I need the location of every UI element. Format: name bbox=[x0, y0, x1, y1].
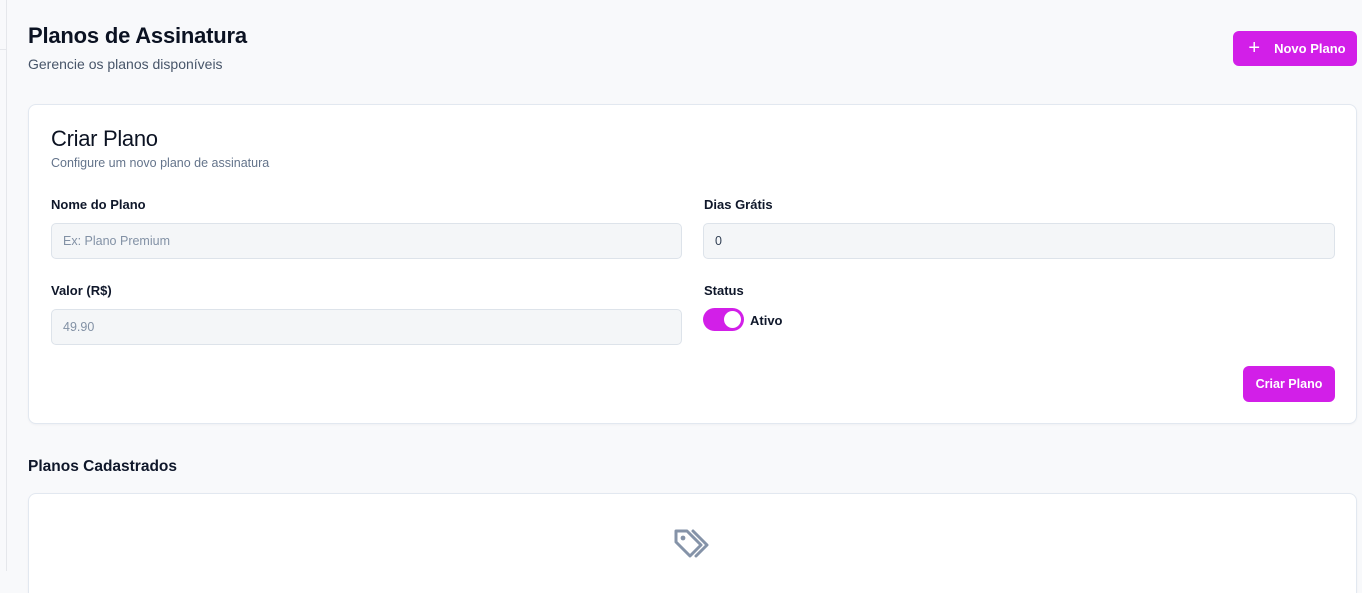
sidebar-divider bbox=[0, 49, 7, 50]
sidebar-edge bbox=[0, 0, 7, 571]
page-title: Planos de Assinatura bbox=[28, 23, 247, 48]
plan-name-label: Nome do Plano bbox=[51, 197, 146, 212]
plans-list-card bbox=[28, 493, 1357, 593]
tags-icon bbox=[674, 529, 709, 558]
new-plan-button[interactable]: + Novo Plano bbox=[1233, 31, 1357, 66]
create-plan-button[interactable]: Criar Plano bbox=[1243, 366, 1335, 402]
plan-name-input[interactable] bbox=[51, 223, 682, 259]
page-subtitle: Gerencie os planos disponíveis bbox=[28, 56, 223, 72]
toggle-knob bbox=[724, 311, 741, 328]
status-label: Status bbox=[704, 283, 744, 298]
create-plan-card: Criar Plano Configure um novo plano de a… bbox=[28, 104, 1357, 424]
new-plan-button-label: Novo Plano bbox=[1274, 41, 1346, 56]
plus-icon: + bbox=[1248, 36, 1261, 59]
create-plan-subtitle: Configure um novo plano de assinatura bbox=[51, 156, 270, 170]
free-days-input[interactable] bbox=[703, 223, 1335, 259]
status-toggle[interactable] bbox=[703, 308, 744, 331]
free-days-label: Dias Grátis bbox=[704, 197, 773, 212]
create-plan-title: Criar Plano bbox=[51, 126, 158, 151]
registered-plans-title: Planos Cadastrados bbox=[28, 458, 178, 475]
price-input[interactable] bbox=[51, 309, 682, 345]
status-toggle-label: Ativo bbox=[750, 313, 783, 328]
price-label: Valor (R$) bbox=[51, 283, 112, 298]
